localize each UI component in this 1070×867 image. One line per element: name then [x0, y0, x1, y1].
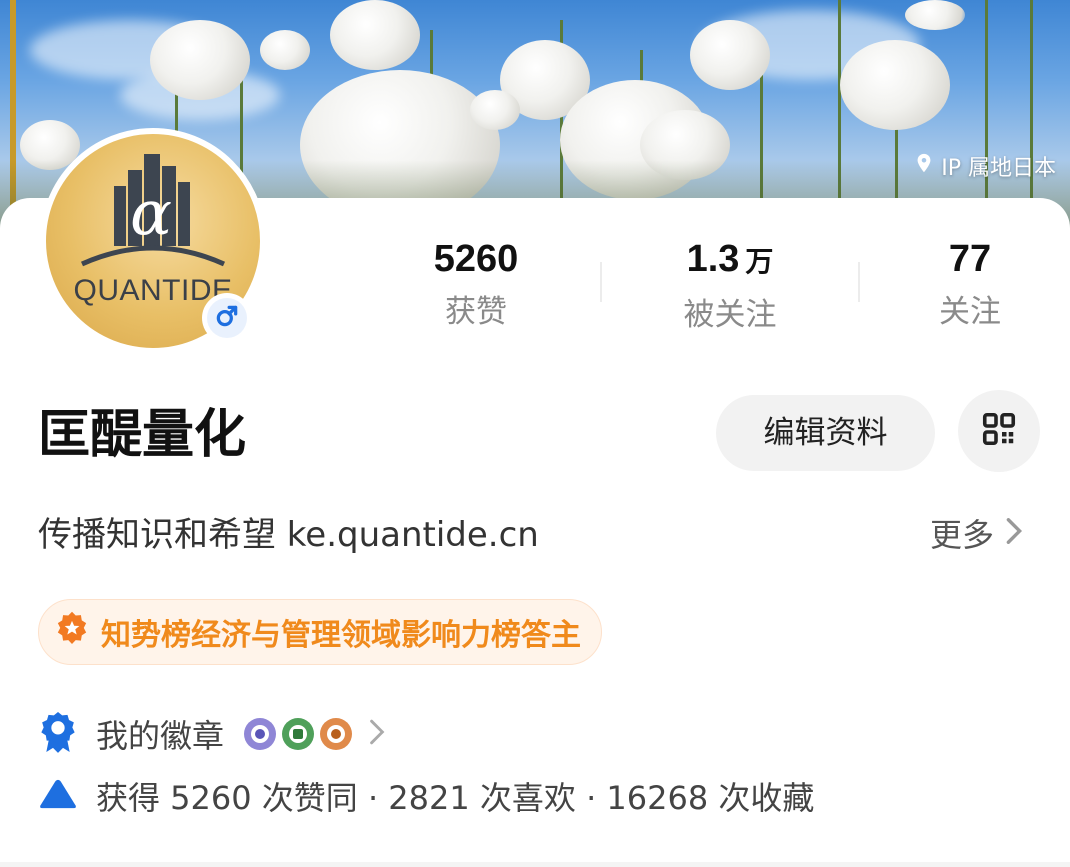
stat-value: 5260 — [433, 238, 519, 280]
stat-likes[interactable]: 5260 获赞 — [400, 236, 552, 334]
more-label: 更多 — [929, 516, 994, 554]
upvote-triangle-icon — [38, 777, 78, 815]
badge-icon — [320, 718, 353, 750]
qr-code-button[interactable] — [958, 390, 1040, 472]
male-icon — [214, 303, 240, 333]
stat-following[interactable]: 77 关注 — [910, 236, 1030, 334]
chevron-right-icon — [1004, 508, 1024, 562]
cotton-flower — [470, 90, 520, 130]
cotton-flower — [905, 0, 965, 30]
stat-label: 关注 — [939, 294, 1001, 330]
honor-badge[interactable]: 知势榜经济与管理领域影响力榜答主 — [38, 599, 602, 665]
more-button[interactable]: 更多 — [930, 508, 1024, 562]
engagement-text: 获得 5260 次赞同 · 2821 次喜欢 · 16268 次收藏 — [96, 779, 815, 817]
stat-label: 被关注 — [683, 297, 777, 333]
stat-value: 77 — [948, 238, 992, 280]
gender-badge — [202, 293, 252, 343]
stat-followers[interactable]: 1.3 万 被关注 — [650, 236, 810, 337]
chevron-right-icon — [368, 717, 386, 751]
badge-icon — [244, 718, 277, 750]
ribbon-icon — [38, 710, 78, 758]
profile-name: 匡醍量化 — [38, 405, 247, 465]
cotton-flower — [840, 40, 950, 130]
engagement-summary: 获得 5260 次赞同 · 2821 次喜欢 · 16268 次收藏 — [38, 768, 814, 824]
divider — [858, 262, 860, 302]
location-pin-icon — [913, 152, 935, 180]
cotton-flower — [690, 20, 770, 90]
profile-bio: 传播知识和希望 ke.quantide.cn — [38, 515, 539, 555]
ip-location-tag: IP 属地日本 — [913, 150, 1056, 182]
star-badge-icon — [55, 611, 89, 653]
edit-profile-button[interactable]: 编辑资料 — [716, 395, 935, 471]
my-badges-label: 我的徽章 — [96, 717, 225, 755]
bottom-divider — [0, 862, 1070, 867]
ip-location-text: IP 属地日本 — [941, 156, 1056, 181]
my-badges-row[interactable]: 我的徽章 — [38, 705, 386, 763]
badge-list — [244, 718, 353, 750]
stat-value: 1.3 万 — [686, 238, 774, 280]
cotton-flower — [260, 30, 310, 70]
badge-icon — [282, 718, 315, 750]
divider — [600, 262, 602, 302]
cotton-flower — [330, 0, 420, 70]
qr-code-icon — [981, 411, 1017, 451]
stat-label: 获赞 — [445, 294, 507, 330]
cotton-flower — [150, 20, 250, 100]
honor-text: 知势榜经济与管理领域影响力榜答主 — [101, 618, 581, 653]
svg-text:α: α — [130, 176, 172, 249]
